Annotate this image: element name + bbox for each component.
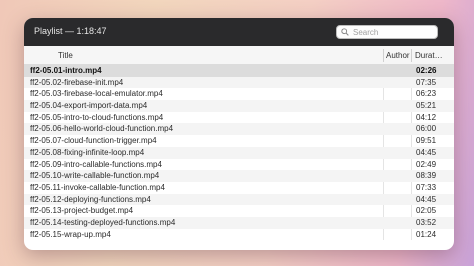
search-input[interactable] bbox=[353, 27, 435, 37]
playlist-window: Playlist — 1:18:47 Title Author Durat… f… bbox=[24, 18, 454, 250]
track-row[interactable]: ff2-05.02-firebase-init.mp4 07:35 bbox=[24, 76, 454, 89]
column-divider[interactable] bbox=[411, 49, 412, 62]
track-title: ff2-05.11-invoke-callable-function.mp4 bbox=[30, 182, 165, 192]
window-title: Playlist — 1:18:47 bbox=[34, 26, 107, 36]
track-title: ff2-05.05-intro-to-cloud-functions.mp4 bbox=[30, 112, 164, 122]
track-duration: 04:12 bbox=[416, 112, 437, 122]
track-duration: 08:39 bbox=[416, 171, 437, 181]
track-title: ff2-05.01-intro.mp4 bbox=[30, 66, 102, 75]
track-duration: 04:45 bbox=[416, 194, 437, 204]
track-duration: 02:49 bbox=[416, 159, 437, 169]
track-title: ff2-05.10-write-callable-function.mp4 bbox=[30, 171, 160, 181]
track-duration: 02:26 bbox=[416, 66, 437, 75]
track-title: ff2-05.07-cloud-function-trigger.mp4 bbox=[30, 136, 157, 146]
column-header: Title Author Durat… bbox=[24, 46, 454, 65]
track-list: ff2-05.01-intro.mp4 02:26 ff2-05.02-fireba… bbox=[24, 65, 454, 241]
track-row[interactable]: ff2-05.11-invoke-callable-function.mp4 07… bbox=[24, 182, 454, 194]
search-box[interactable] bbox=[336, 25, 438, 39]
track-title: ff2-05.08-fixing-infinite-loop.mp4 bbox=[30, 147, 145, 157]
track-duration: 09:51 bbox=[416, 136, 437, 146]
track-row[interactable]: ff2-05.03-firebase-local-emulator.mp4 06:… bbox=[24, 88, 454, 100]
track-row[interactable]: ff2-05.08-fixing-infinite-loop.mp4 04:45 bbox=[24, 146, 454, 159]
track-duration: 05:21 bbox=[416, 101, 437, 111]
track-row[interactable]: ff2-05.12-deploying-functions.mp4 04:45 bbox=[24, 193, 454, 206]
track-title: ff2-05.02-firebase-init.mp4 bbox=[30, 77, 124, 87]
track-duration: 06:23 bbox=[416, 89, 437, 99]
track-duration: 06:00 bbox=[416, 124, 437, 134]
column-title[interactable]: Title bbox=[58, 51, 73, 60]
track-duration: 07:35 bbox=[416, 77, 437, 87]
track-row[interactable]: ff2-05.14-testing-deployed-functions.mp4… bbox=[24, 216, 454, 229]
track-row[interactable]: ff2-05.01-intro.mp4 02:26 bbox=[24, 65, 454, 77]
track-title: ff2-05.03-firebase-local-emulator.mp4 bbox=[30, 89, 163, 99]
track-row[interactable]: ff2-05.10-write-callable-function.mp4 08:… bbox=[24, 170, 454, 182]
track-row[interactable]: ff2-05.13-project-budget.mp4 02:05 bbox=[24, 205, 454, 217]
column-duration[interactable]: Durat… bbox=[415, 51, 443, 60]
column-divider[interactable] bbox=[383, 49, 384, 62]
track-duration: 03:52 bbox=[416, 217, 437, 227]
column-author[interactable]: Author bbox=[386, 51, 410, 60]
track-row[interactable]: ff2-05.07-cloud-function-trigger.mp4 09:5… bbox=[24, 135, 454, 147]
track-title: ff2-05.06-hello-world-cloud-function.mp4 bbox=[30, 124, 174, 134]
search-icon bbox=[341, 28, 349, 36]
track-title: ff2-05.14-testing-deployed-functions.mp4 bbox=[30, 217, 176, 227]
track-row[interactable]: ff2-05.06-hello-world-cloud-function.mp4… bbox=[24, 123, 454, 136]
track-title: ff2-05.09-intro-callable-functions.mp4 bbox=[30, 159, 162, 169]
track-title: ff2-05.15-wrap-up.mp4 bbox=[30, 229, 111, 239]
track-duration: 02:05 bbox=[416, 206, 437, 216]
track-title: ff2-05.12-deploying-functions.mp4 bbox=[30, 194, 151, 204]
track-duration: 07:33 bbox=[416, 182, 437, 192]
track-row[interactable]: ff2-05.15-wrap-up.mp4 01:24 bbox=[24, 229, 454, 241]
track-row[interactable]: ff2-05.04-export-import-data.mp4 05:21 bbox=[24, 100, 454, 112]
track-title: ff2-05.04-export-import-data.mp4 bbox=[30, 101, 148, 111]
track-row[interactable]: ff2-05.05-intro-to-cloud-functions.mp4 04… bbox=[24, 112, 454, 124]
track-row[interactable]: ff2-05.09-intro-callable-functions.mp4 02… bbox=[24, 159, 454, 171]
title-bar: Playlist — 1:18:47 bbox=[24, 18, 454, 46]
track-title: ff2-05.13-project-budget.mp4 bbox=[30, 206, 134, 216]
track-duration: 01:24 bbox=[416, 229, 437, 239]
track-duration: 04:45 bbox=[416, 147, 437, 157]
